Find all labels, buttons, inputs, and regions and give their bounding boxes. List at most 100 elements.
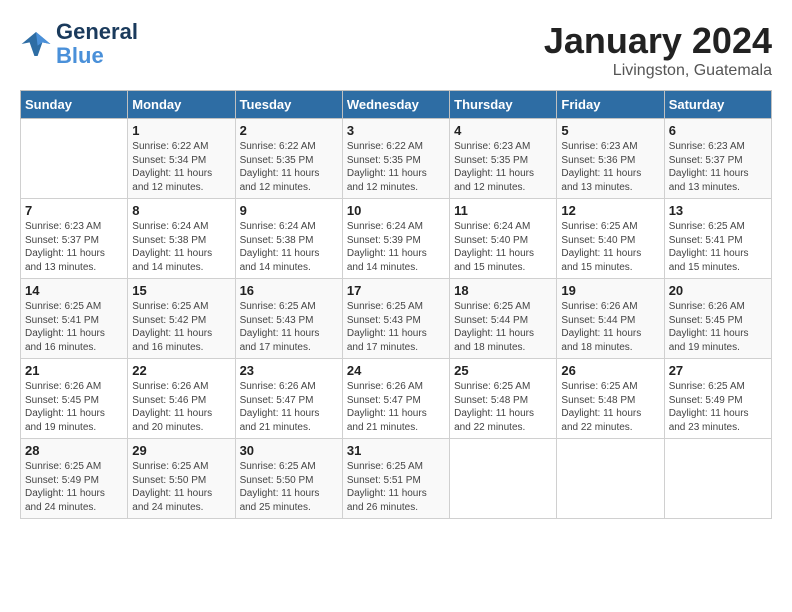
day-number: 16 — [240, 283, 338, 298]
day-number: 18 — [454, 283, 552, 298]
day-number: 10 — [347, 203, 445, 218]
calendar-cell: 28 Sunrise: 6:25 AM Sunset: 5:49 PM Dayli… — [21, 439, 128, 519]
day-number: 9 — [240, 203, 338, 218]
day-number: 6 — [669, 123, 767, 138]
day-of-week-header: Saturday — [664, 91, 771, 119]
day-info: Sunrise: 6:25 AM Sunset: 5:48 PM Dayligh… — [561, 380, 659, 434]
day-info: Sunrise: 6:25 AM Sunset: 5:44 PM Dayligh… — [454, 300, 552, 354]
day-info: Sunrise: 6:25 AM Sunset: 5:51 PM Dayligh… — [347, 460, 445, 514]
calendar-cell: 12Sunrise: 6:25 AM Sunset: 5:40 PM Dayli… — [557, 199, 664, 279]
calendar-week-row: 14Sunrise: 6:25 AM Sunset: 5:41 PM Dayli… — [21, 279, 772, 359]
day-of-week-header: Thursday — [450, 91, 557, 119]
calendar-week-row: 1 Sunrise: 6:22 AM Sunset: 5:34 PM Daylig… — [21, 119, 772, 199]
day-info: Sunrise: 6:25 AM Sunset: 5:42 PM Dayligh… — [132, 300, 230, 354]
calendar-cell: 30 Sunrise: 6:25 AM Sunset: 5:50 PM Dayli… — [235, 439, 342, 519]
day-number: 24 — [347, 363, 445, 378]
day-number: 29 — [132, 443, 230, 458]
calendar-cell: 20 Sunrise: 6:26 AM Sunset: 5:45 PM Dayli… — [664, 279, 771, 359]
day-number: 27 — [669, 363, 767, 378]
calendar-cell: 15 Sunrise: 6:25 AM Sunset: 5:42 PM Dayli… — [128, 279, 235, 359]
day-info: Sunrise: 6:25 AM Sunset: 5:41 PM Dayligh… — [669, 220, 767, 274]
day-number: 7 — [25, 203, 123, 218]
calendar-header-row: SundayMondayTuesdayWednesdayThursdayFrid… — [21, 91, 772, 119]
day-info: Sunrise: 6:25 AM Sunset: 5:43 PM Dayligh… — [240, 300, 338, 354]
day-number: 25 — [454, 363, 552, 378]
day-info: Sunrise: 6:25 AM Sunset: 5:41 PM Dayligh… — [25, 300, 123, 354]
day-info: Sunrise: 6:25 AM Sunset: 5:50 PM Dayligh… — [132, 460, 230, 514]
month-title: January 2024 — [544, 20, 772, 62]
day-of-week-header: Monday — [128, 91, 235, 119]
calendar-week-row: 7 Sunrise: 6:23 AM Sunset: 5:37 PM Daylig… — [21, 199, 772, 279]
day-info: Sunrise: 6:24 AM Sunset: 5:40 PM Dayligh… — [454, 220, 552, 274]
calendar-cell: 29 Sunrise: 6:25 AM Sunset: 5:50 PM Dayli… — [128, 439, 235, 519]
calendar-table: SundayMondayTuesdayWednesdayThursdayFrid… — [20, 90, 772, 519]
day-info: Sunrise: 6:24 AM Sunset: 5:38 PM Dayligh… — [240, 220, 338, 274]
calendar-cell: 10 Sunrise: 6:24 AM Sunset: 5:39 PM Dayli… — [342, 199, 449, 279]
day-info: Sunrise: 6:26 AM Sunset: 5:47 PM Dayligh… — [347, 380, 445, 434]
calendar-cell: 18 Sunrise: 6:25 AM Sunset: 5:44 PM Dayli… — [450, 279, 557, 359]
day-info: Sunrise: 6:24 AM Sunset: 5:39 PM Dayligh… — [347, 220, 445, 274]
day-number: 5 — [561, 123, 659, 138]
calendar-cell: 2 Sunrise: 6:22 AM Sunset: 5:35 PM Daylig… — [235, 119, 342, 199]
day-number: 21 — [25, 363, 123, 378]
day-number: 30 — [240, 443, 338, 458]
calendar-cell: 17Sunrise: 6:25 AM Sunset: 5:43 PM Dayli… — [342, 279, 449, 359]
calendar-cell: 3 Sunrise: 6:22 AM Sunset: 5:35 PM Daylig… — [342, 119, 449, 199]
day-of-week-header: Wednesday — [342, 91, 449, 119]
calendar-cell: 8Sunrise: 6:24 AM Sunset: 5:38 PM Daylig… — [128, 199, 235, 279]
day-of-week-header: Sunday — [21, 91, 128, 119]
day-info: Sunrise: 6:25 AM Sunset: 5:49 PM Dayligh… — [25, 460, 123, 514]
day-number: 4 — [454, 123, 552, 138]
day-number: 28 — [25, 443, 123, 458]
day-info: Sunrise: 6:23 AM Sunset: 5:35 PM Dayligh… — [454, 140, 552, 194]
day-number: 2 — [240, 123, 338, 138]
calendar-cell: 16 Sunrise: 6:25 AM Sunset: 5:43 PM Dayli… — [235, 279, 342, 359]
day-number: 23 — [240, 363, 338, 378]
calendar-cell: 1 Sunrise: 6:22 AM Sunset: 5:34 PM Daylig… — [128, 119, 235, 199]
calendar-cell: 31Sunrise: 6:25 AM Sunset: 5:51 PM Dayli… — [342, 439, 449, 519]
day-of-week-header: Tuesday — [235, 91, 342, 119]
calendar-cell: 6 Sunrise: 6:23 AM Sunset: 5:37 PM Daylig… — [664, 119, 771, 199]
day-info: Sunrise: 6:22 AM Sunset: 5:35 PM Dayligh… — [347, 140, 445, 194]
calendar-cell: 21Sunrise: 6:26 AM Sunset: 5:45 PM Dayli… — [21, 359, 128, 439]
calendar-cell: 11 Sunrise: 6:24 AM Sunset: 5:40 PM Dayli… — [450, 199, 557, 279]
day-info: Sunrise: 6:23 AM Sunset: 5:37 PM Dayligh… — [669, 140, 767, 194]
day-of-week-header: Friday — [557, 91, 664, 119]
page-header: GeneralBlue January 2024 Livingston, Gua… — [20, 20, 772, 80]
day-info: Sunrise: 6:23 AM Sunset: 5:36 PM Dayligh… — [561, 140, 659, 194]
day-info: Sunrise: 6:22 AM Sunset: 5:34 PM Dayligh… — [132, 140, 230, 194]
calendar-cell — [450, 439, 557, 519]
day-info: Sunrise: 6:26 AM Sunset: 5:45 PM Dayligh… — [669, 300, 767, 354]
day-number: 1 — [132, 123, 230, 138]
day-info: Sunrise: 6:23 AM Sunset: 5:37 PM Dayligh… — [25, 220, 123, 274]
day-number: 11 — [454, 203, 552, 218]
day-info: Sunrise: 6:25 AM Sunset: 5:49 PM Dayligh… — [669, 380, 767, 434]
title-section: January 2024 Livingston, Guatemala — [544, 20, 772, 80]
calendar-cell: 23Sunrise: 6:26 AM Sunset: 5:47 PM Dayli… — [235, 359, 342, 439]
calendar-cell: 24 Sunrise: 6:26 AM Sunset: 5:47 PM Dayli… — [342, 359, 449, 439]
day-info: Sunrise: 6:25 AM Sunset: 5:50 PM Dayligh… — [240, 460, 338, 514]
calendar-cell: 22Sunrise: 6:26 AM Sunset: 5:46 PM Dayli… — [128, 359, 235, 439]
day-info: Sunrise: 6:26 AM Sunset: 5:44 PM Dayligh… — [561, 300, 659, 354]
day-info: Sunrise: 6:22 AM Sunset: 5:35 PM Dayligh… — [240, 140, 338, 194]
calendar-week-row: 21Sunrise: 6:26 AM Sunset: 5:45 PM Dayli… — [21, 359, 772, 439]
day-info: Sunrise: 6:25 AM Sunset: 5:48 PM Dayligh… — [454, 380, 552, 434]
day-number: 22 — [132, 363, 230, 378]
day-number: 26 — [561, 363, 659, 378]
day-number: 17 — [347, 283, 445, 298]
day-number: 20 — [669, 283, 767, 298]
calendar-cell: 26 Sunrise: 6:25 AM Sunset: 5:48 PM Dayli… — [557, 359, 664, 439]
day-number: 19 — [561, 283, 659, 298]
calendar-cell: 19 Sunrise: 6:26 AM Sunset: 5:44 PM Dayli… — [557, 279, 664, 359]
calendar-cell: 25 Sunrise: 6:25 AM Sunset: 5:48 PM Dayli… — [450, 359, 557, 439]
calendar-cell: 9 Sunrise: 6:24 AM Sunset: 5:38 PM Daylig… — [235, 199, 342, 279]
day-number: 3 — [347, 123, 445, 138]
calendar-cell — [21, 119, 128, 199]
logo: GeneralBlue — [20, 20, 138, 68]
day-number: 12 — [561, 203, 659, 218]
day-number: 15 — [132, 283, 230, 298]
calendar-cell: 13 Sunrise: 6:25 AM Sunset: 5:41 PM Dayli… — [664, 199, 771, 279]
calendar-cell: 27 Sunrise: 6:25 AM Sunset: 5:49 PM Dayli… — [664, 359, 771, 439]
logo-icon — [20, 28, 52, 60]
day-number: 13 — [669, 203, 767, 218]
